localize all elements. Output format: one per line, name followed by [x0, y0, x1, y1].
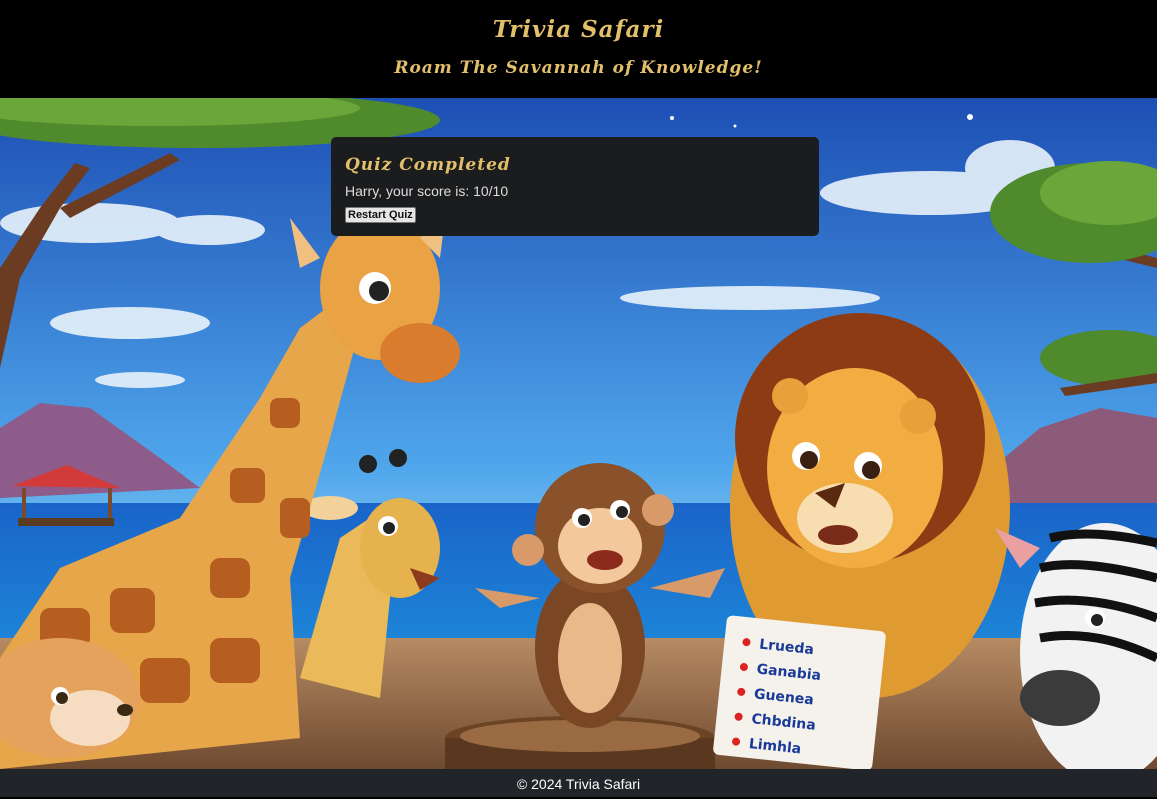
score-text: Harry, your score is: 10/10: [345, 183, 509, 199]
site-tagline: Roam The Savannah of Knowledge!: [394, 58, 763, 78]
quiz-completed-heading: Quiz Completed: [345, 155, 511, 175]
clipboard: Lrueda Ganabia Guenea Chbdina Limhla: [713, 615, 886, 769]
site-footer: © 2024 Trivia Safari: [0, 769, 1157, 797]
quiz-result-card: Quiz Completed Harry, your score is: 10/…: [331, 137, 819, 236]
copyright-text: © 2024 Trivia Safari: [516, 776, 641, 792]
restart-quiz-button[interactable]: Restart Quiz: [345, 207, 416, 223]
site-header: Trivia Safari Roam The Savannah of Knowl…: [0, 0, 1157, 98]
site-title: Trivia Safari: [492, 16, 665, 43]
